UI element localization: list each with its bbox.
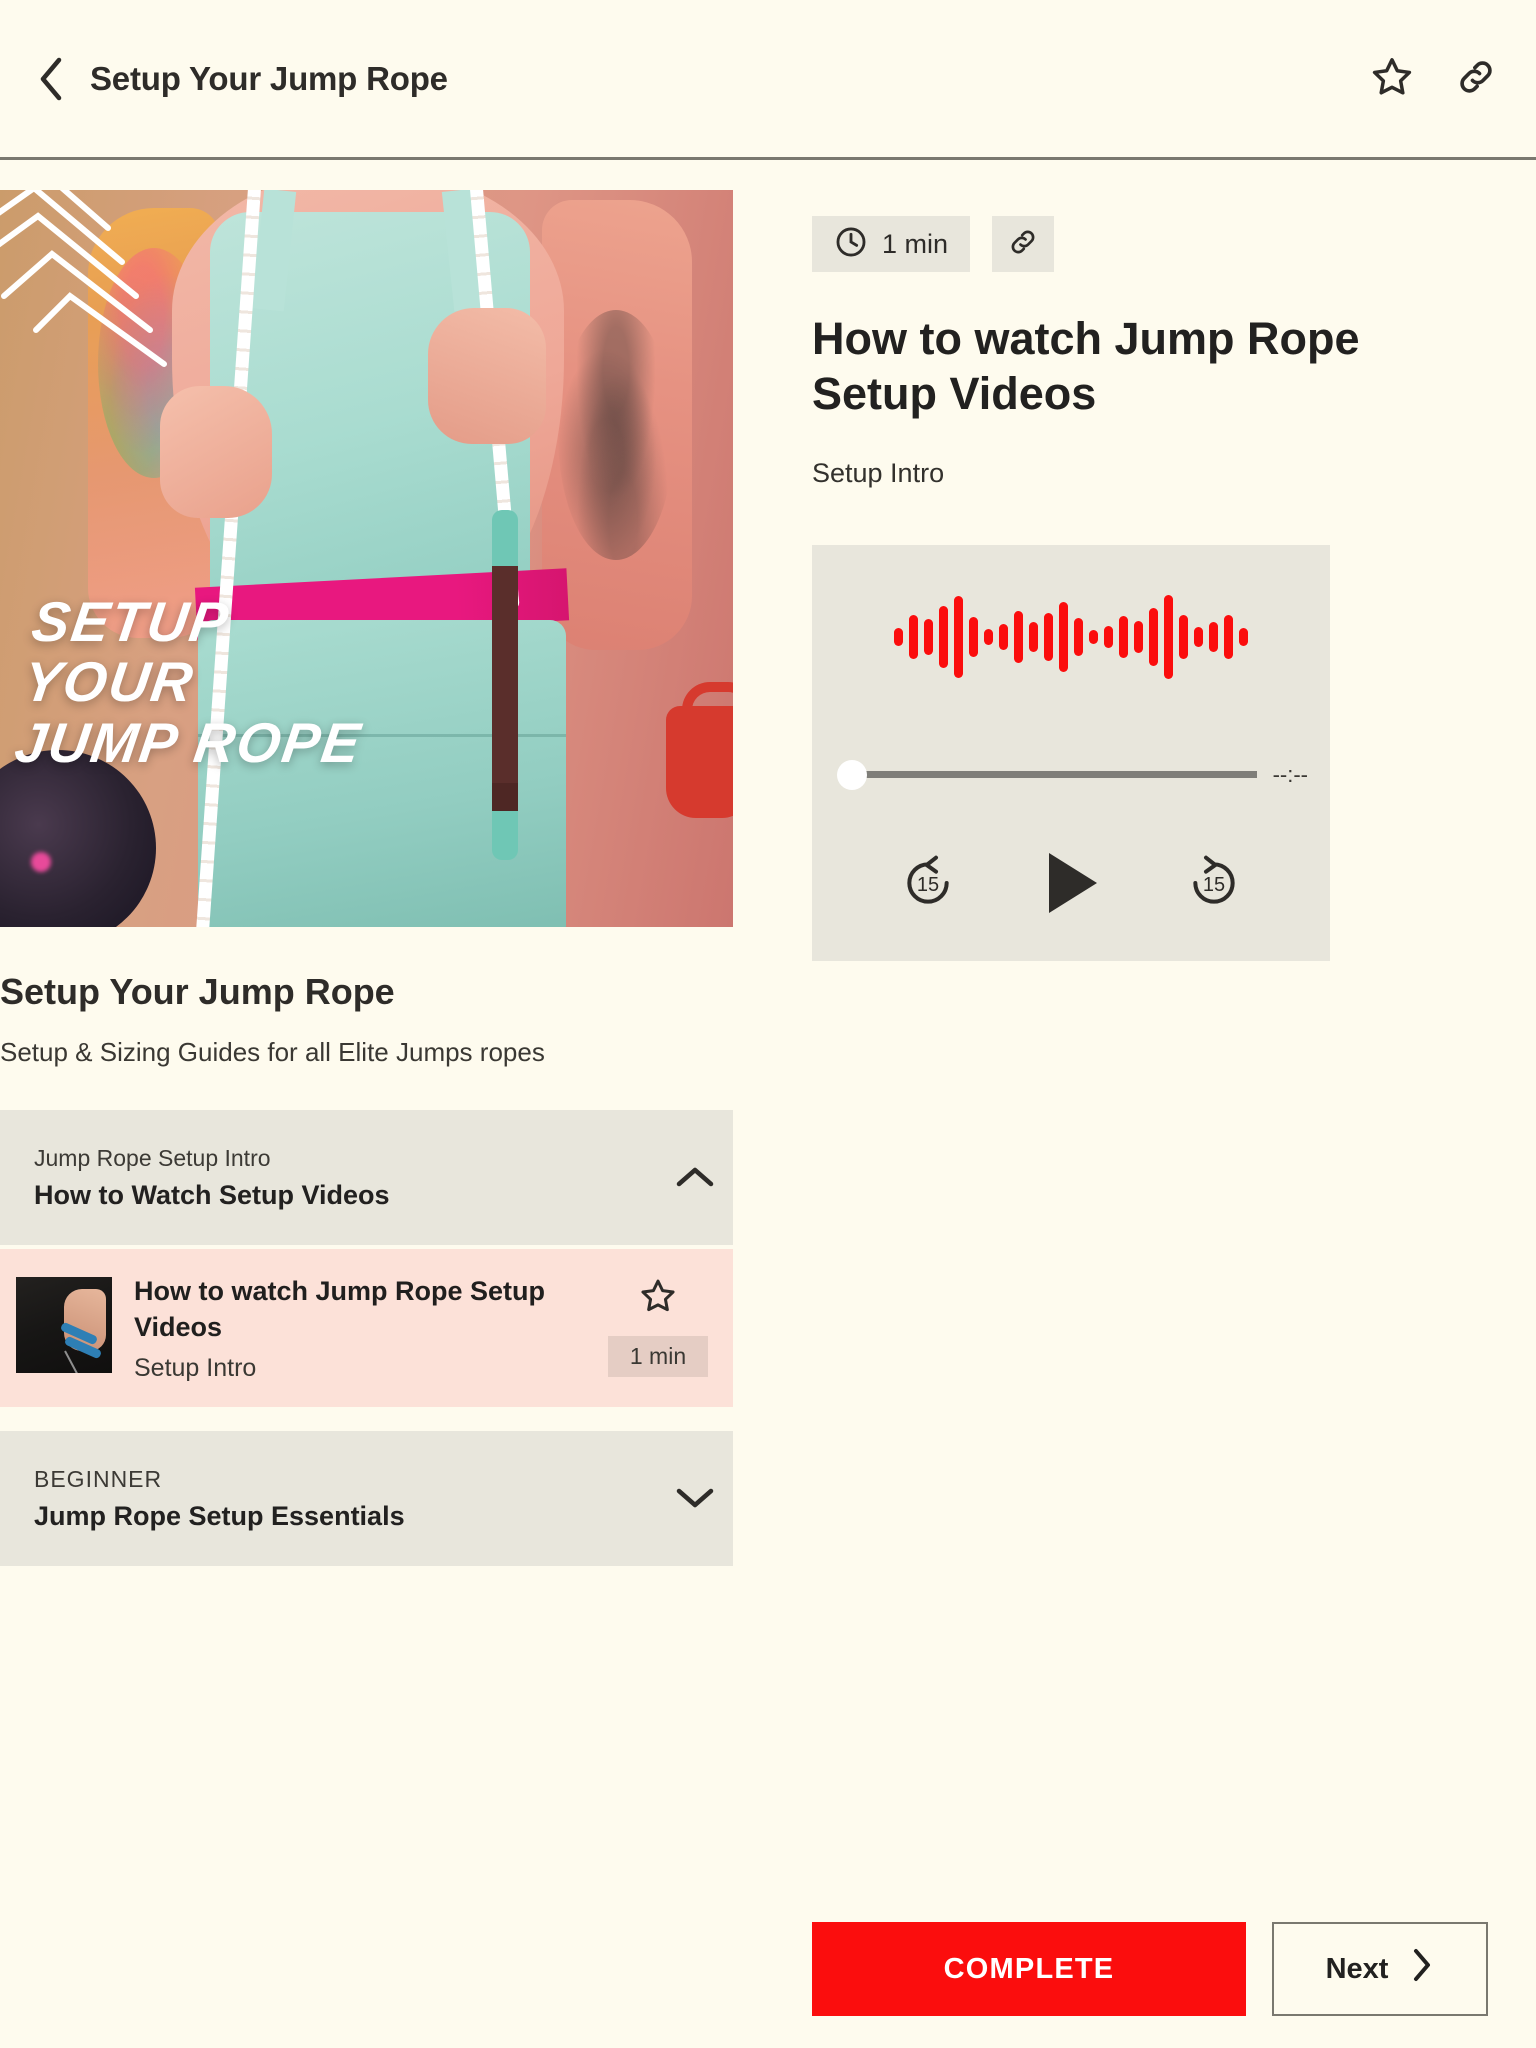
lesson-detail-panel: 1 min How to watch Jump Rope Setup Video… <box>812 216 1492 961</box>
audio-player: --:-- 15 15 <box>812 544 1330 961</box>
waveform-bar <box>894 627 903 646</box>
waveform-bar <box>1239 627 1248 646</box>
lesson-detail-title: How to watch Jump Rope Setup Videos <box>812 313 1360 419</box>
link-icon <box>1454 55 1498 102</box>
duration-label: 1 min <box>882 228 949 259</box>
section-title: How to Watch Setup Videos <box>34 1179 390 1210</box>
waveform-bar <box>984 628 993 645</box>
lesson-meta-row: 1 min <box>812 216 1492 272</box>
rewind-15-button[interactable]: 15 <box>896 851 960 918</box>
lesson-subtitle: Setup Intro <box>134 1353 257 1382</box>
waveform-bar <box>954 595 963 678</box>
lesson-favorite-icon[interactable] <box>638 1277 678 1320</box>
clock-icon <box>834 225 868 264</box>
favorite-button[interactable] <box>1366 53 1418 105</box>
next-button[interactable]: Next <box>1272 1922 1488 2016</box>
lesson-item-active[interactable]: How to watch Jump Rope Setup Videos Setu… <box>0 1248 733 1407</box>
time-display: --:-- <box>1272 761 1308 787</box>
lesson-text: How to watch Jump Rope Setup Videos Setu… <box>134 1273 583 1383</box>
share-link-button[interactable] <box>1450 53 1502 105</box>
audio-seek-bar[interactable]: --:-- <box>837 759 1308 790</box>
waveform-bar <box>1044 612 1053 661</box>
course-title: Setup Your Jump Rope <box>0 971 395 1012</box>
seek-thumb[interactable] <box>837 759 867 790</box>
lesson-share-button[interactable] <box>992 216 1055 272</box>
course-hero-image: SETUP YOUR JUMP ROPE <box>0 190 733 927</box>
curriculum-section-intro[interactable]: Jump Rope Setup Intro How to Watch Setup… <box>0 1110 733 1245</box>
hero-overlay-text: SETUP YOUR JUMP ROPE <box>11 590 382 774</box>
waveform-bar <box>909 614 918 659</box>
forward-15-button[interactable]: 15 <box>1182 851 1246 918</box>
play-icon <box>1035 845 1107 924</box>
waveform-bar <box>969 616 978 657</box>
lesson-detail-subtitle: Setup Intro <box>812 457 945 488</box>
chevron-down-icon[interactable] <box>657 1483 733 1513</box>
chevron-left-icon <box>36 56 66 102</box>
curriculum-section-beginner[interactable]: BEGINNER Jump Rope Setup Essentials <box>0 1430 733 1566</box>
waveform-bar <box>1194 626 1203 647</box>
waveform-bar <box>924 618 933 655</box>
lesson-thumbnail <box>16 1276 112 1373</box>
course-subtitle: Setup & Sizing Guides for all Elite Jump… <box>0 1037 545 1067</box>
decorative-chevron-lines <box>0 190 167 367</box>
waveform-bar <box>1014 610 1023 663</box>
chevron-right-icon <box>1410 1947 1434 1991</box>
hero-overlay-line-3: JUMP ROPE <box>11 710 366 774</box>
section-kicker: BEGINNER <box>34 1465 163 1492</box>
waveform-bar <box>1104 625 1113 648</box>
back-button[interactable] <box>28 56 74 102</box>
waveform-bar <box>1029 621 1038 652</box>
lesson-title: How to watch Jump Rope Setup Videos <box>134 1275 546 1343</box>
page-title: Setup Your Jump Rope <box>90 59 448 97</box>
waveform-bar <box>1059 601 1068 672</box>
forward-15-icon: 15 <box>1182 851 1246 918</box>
player-controls: 15 15 <box>812 835 1330 935</box>
svg-text:15: 15 <box>1203 874 1225 896</box>
waveform-bar <box>1209 621 1218 652</box>
lesson-duration-badge: 1 min <box>607 1335 709 1377</box>
waveform-bar <box>999 623 1008 650</box>
course-panel: SETUP YOUR JUMP ROPE Setup Your Jump Rop… <box>0 190 733 1566</box>
chevron-up-icon[interactable] <box>657 1162 733 1192</box>
hero-overlay-line-2: YOUR <box>19 650 199 714</box>
rewind-15-icon: 15 <box>896 851 960 918</box>
waveform-bar <box>1119 615 1128 658</box>
header-actions <box>1366 53 1502 105</box>
star-outline-icon <box>1369 55 1415 102</box>
waveform-bar <box>1224 614 1233 659</box>
section-title: Jump Rope Setup Essentials <box>34 1500 405 1531</box>
svg-text:15: 15 <box>917 874 939 896</box>
lesson-meta: 1 min <box>583 1273 733 1377</box>
hero-overlay-line-1: SETUP <box>28 590 234 653</box>
section-kicker: Jump Rope Setup Intro <box>34 1145 271 1171</box>
app-header: Setup Your Jump Rope <box>0 0 1536 160</box>
next-button-label: Next <box>1325 1952 1389 1985</box>
link-icon <box>1007 226 1039 263</box>
complete-button[interactable]: COMPLETE <box>812 1922 1246 2016</box>
waveform-bar <box>1134 620 1143 653</box>
audio-waveform <box>812 585 1330 689</box>
waveform-bar <box>1089 629 1098 644</box>
lesson-footer-actions: COMPLETE Next <box>812 1922 1488 2016</box>
page-body: SETUP YOUR JUMP ROPE Setup Your Jump Rop… <box>0 160 1536 2048</box>
seek-track[interactable] <box>863 771 1257 779</box>
waveform-bar <box>939 605 948 668</box>
waveform-bar <box>1074 617 1083 656</box>
curriculum-list: Jump Rope Setup Intro How to Watch Setup… <box>0 1110 733 1566</box>
waveform-bar <box>1164 594 1173 679</box>
waveform-bar <box>1149 607 1158 666</box>
duration-pill: 1 min <box>812 216 971 272</box>
play-button[interactable] <box>1035 845 1107 924</box>
waveform-bar <box>1179 614 1188 659</box>
